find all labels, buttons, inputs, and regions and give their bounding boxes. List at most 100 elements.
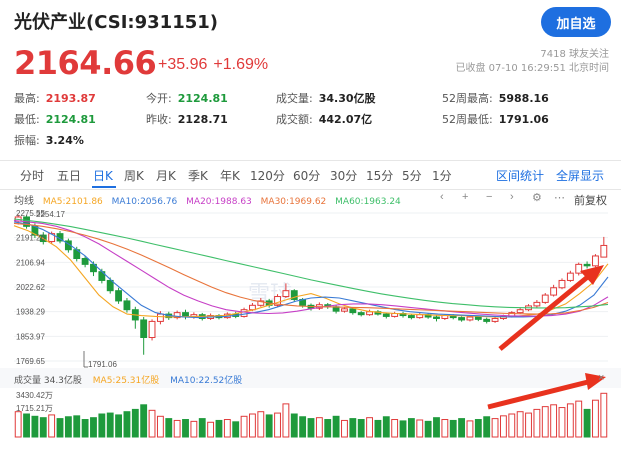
- kline-chart[interactable]: 雪球 2275.552191.262106.942022.621938.2918…: [0, 205, 621, 441]
- volume-ticks: 3430.42万 1715.21万: [16, 391, 53, 413]
- stat-label: 振幅:: [14, 134, 40, 147]
- stat-amplitude: 振幅: 3.24%: [14, 132, 84, 148]
- volume-bar: [533, 408, 541, 438]
- volume-bar: [516, 411, 524, 438]
- volume-bar: [525, 412, 532, 438]
- candle-body: [516, 309, 524, 314]
- volume-bar: [374, 419, 382, 438]
- change-percent: +1.69%: [213, 56, 269, 73]
- volume-bar: [282, 403, 290, 438]
- tab-yearly-k[interactable]: 年K: [220, 167, 240, 184]
- stat-label: 最低:: [14, 113, 40, 126]
- tab-15min[interactable]: 15分: [366, 167, 393, 184]
- candle-body: [382, 313, 390, 317]
- volume-bar: [341, 419, 348, 438]
- volume-bar: [190, 420, 198, 438]
- volume-bar: [449, 419, 457, 438]
- volume-bar: [491, 418, 499, 438]
- volume-bar: [123, 411, 131, 438]
- volume-bar: [382, 416, 390, 438]
- stat-label: 52周最低:: [442, 113, 493, 126]
- tab-120min[interactable]: 120分: [250, 167, 285, 184]
- candle-body: [81, 258, 89, 265]
- candle-body: [550, 287, 558, 296]
- candle-body: [148, 320, 156, 338]
- candle-body: [282, 290, 290, 298]
- range-stats-button[interactable]: 区间统计: [496, 167, 544, 184]
- volume-bar: [265, 414, 273, 438]
- stat-high: 最高: 2193.87: [14, 90, 96, 106]
- volume-bar: [458, 418, 466, 438]
- candle-body: [483, 318, 491, 322]
- gear-icon[interactable]: ⚙: [532, 191, 542, 204]
- stat-open: 今开: 2124.81: [146, 90, 228, 106]
- volume-bar: [550, 404, 558, 438]
- tab-60min[interactable]: 60分: [293, 167, 320, 184]
- index-title: 光伏产业(CSI:931151): [14, 12, 219, 33]
- stat-turnover: 成交额: 442.07亿: [276, 111, 372, 127]
- candle-body: [156, 313, 164, 322]
- volume-bar: [357, 419, 365, 438]
- stat-prev-close: 昨收: 2128.71: [146, 111, 228, 127]
- volume-close-icon[interactable]: ×: [598, 372, 604, 384]
- tab-weekly-k[interactable]: 周K: [124, 167, 144, 184]
- volume-bar: [257, 411, 265, 438]
- volume-bar: [48, 414, 56, 438]
- tab-5min[interactable]: 5分: [402, 167, 422, 184]
- volume-label: 成交量 34.3亿股: [14, 376, 82, 386]
- stat-label: 昨收:: [146, 113, 172, 126]
- tab-daily-k[interactable]: 日K: [93, 167, 113, 184]
- stat-value: 2124.81: [177, 92, 228, 105]
- volume-bar: [433, 417, 440, 438]
- stat-value: 2128.71: [177, 113, 228, 126]
- volume-bar: [474, 419, 482, 438]
- stat-label: 成交额:: [276, 113, 313, 126]
- volume-bar: [424, 420, 432, 438]
- volume-bar: [90, 417, 97, 438]
- tab-five-day[interactable]: 五日: [57, 167, 81, 184]
- volume-bar: [499, 415, 507, 438]
- y-tick-label: 1938.29: [16, 308, 45, 317]
- menu-icon[interactable]: ⋯: [554, 191, 565, 204]
- fullscreen-button[interactable]: 全屏显示: [556, 167, 604, 184]
- volume-bar: [600, 392, 608, 438]
- tab-1min[interactable]: 1分: [432, 167, 452, 184]
- y-tick-label: 2106.94: [16, 258, 45, 267]
- volume-bar: [232, 421, 240, 438]
- candle-body: [407, 315, 415, 319]
- candle-body: [541, 294, 549, 303]
- chevron-left-icon[interactable]: ‹: [440, 191, 444, 203]
- volume-bar: [182, 419, 189, 438]
- candle-body: [349, 308, 357, 314]
- candle-body: [458, 317, 466, 321]
- volume-bar: [131, 408, 139, 438]
- candle-body: [592, 255, 599, 267]
- stat-label: 最高:: [14, 92, 40, 105]
- volume-legend: 成交量 34.3亿股 MA5:25.31亿股 MA10:22.52亿股: [14, 373, 250, 386]
- candle-body: [341, 308, 348, 312]
- volume-bar: [73, 415, 81, 438]
- candle-body: [466, 316, 474, 321]
- ma-line-ma20: [13, 219, 609, 317]
- chevron-right-icon[interactable]: ›: [510, 191, 514, 203]
- volume-bar: [466, 420, 474, 438]
- tab-intraday[interactable]: 分时: [20, 167, 44, 184]
- volume-bar: [391, 419, 399, 438]
- ma-line-ma60: [13, 218, 609, 309]
- tab-quarterly-k[interactable]: 季K: [188, 167, 208, 184]
- candle-body: [566, 272, 574, 281]
- plus-icon[interactable]: +: [462, 191, 468, 203]
- volume-bar: [198, 418, 206, 438]
- volume-bar: [508, 413, 516, 438]
- y-tick-label: 2022.62: [16, 283, 45, 292]
- volume-bar: [416, 419, 424, 438]
- y-tick-label: 1853.97: [16, 332, 45, 341]
- add-watchlist-button[interactable]: 加自选: [541, 7, 611, 37]
- period-tabs: 分时 五日 日K 周K 月K 季K 年K 120分 60分 30分 15分 5分…: [0, 160, 621, 190]
- tab-30min[interactable]: 30分: [330, 167, 357, 184]
- tab-monthly-k[interactable]: 月K: [156, 167, 176, 184]
- candle-body: [583, 263, 591, 267]
- volume-bar: [249, 413, 256, 438]
- minus-icon[interactable]: −: [486, 191, 492, 203]
- stat-52w-low: 52周最低: 1791.06: [442, 111, 549, 127]
